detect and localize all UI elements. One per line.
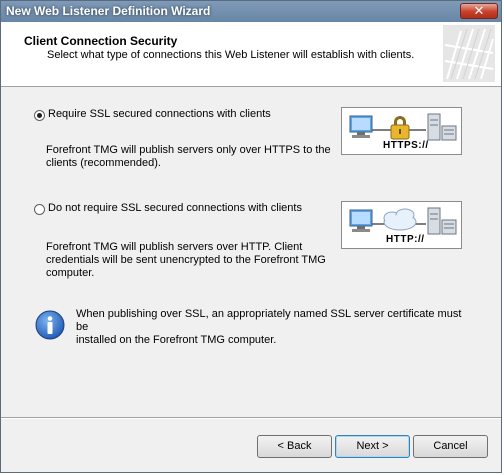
https-diagram-label: HTTPS:// — [383, 140, 429, 151]
description-line: Forefront TMG will publish servers only … — [46, 144, 331, 156]
http-diagram-label: HTTP:// — [386, 234, 425, 245]
title-bar[interactable]: New Web Listener Definition Wizard ✕ — [1, 1, 501, 23]
cloud-icon — [383, 208, 417, 231]
http-diagram: HTTP:// — [341, 201, 462, 249]
description-line: computer. — [46, 267, 95, 279]
info-icon — [35, 310, 65, 340]
radio-no-ssl[interactable] — [34, 204, 45, 215]
page-title: Client Connection Security — [24, 34, 178, 48]
server-icon — [427, 207, 457, 235]
https-diagram: HTTPS:// — [341, 107, 462, 155]
description-line: Forefront TMG will publish servers over … — [46, 241, 303, 253]
cancel-button[interactable]: Cancel — [413, 435, 488, 458]
window-title: New Web Listener Definition Wizard — [6, 4, 211, 18]
radio-selected-dot — [37, 113, 42, 118]
require-ssl-description: Forefront TMG will publish servers only … — [46, 144, 331, 170]
radio-require-ssl[interactable] — [34, 110, 45, 121]
info-line: installed on the Forefront TMG computer. — [76, 334, 277, 346]
next-button[interactable]: Next > — [335, 435, 410, 458]
info-message: When publishing over SSL, an appropriate… — [76, 308, 476, 347]
back-button[interactable]: < Back — [257, 435, 332, 458]
close-icon: ✕ — [473, 3, 485, 18]
description-line: credentials will be sent unencrypted to … — [46, 254, 326, 266]
info-line: When publishing over SSL, an appropriate… — [76, 308, 462, 333]
wizard-content: Require SSL secured connections with cli… — [1, 87, 501, 417]
ssl-lock-icon — [390, 116, 410, 140]
footer-divider — [1, 417, 501, 419]
description-line: clients (recommended). — [46, 157, 161, 169]
page-subtitle: Select what type of connections this Web… — [47, 49, 415, 61]
wizard-header: Client Connection Security Select what t… — [1, 22, 501, 87]
require-ssl-label[interactable]: Require SSL secured connections with cli… — [48, 108, 271, 120]
close-button[interactable]: ✕ — [460, 3, 498, 19]
wizard-window: New Web Listener Definition Wizard ✕ Cli… — [0, 0, 502, 473]
client-computer-icon — [349, 209, 373, 232]
no-ssl-description: Forefront TMG will publish servers over … — [46, 241, 326, 280]
wizard-logo-icon — [443, 25, 495, 82]
no-ssl-label[interactable]: Do not require SSL secured connections w… — [48, 202, 302, 214]
client-computer-icon — [349, 115, 373, 138]
server-icon — [427, 113, 457, 141]
